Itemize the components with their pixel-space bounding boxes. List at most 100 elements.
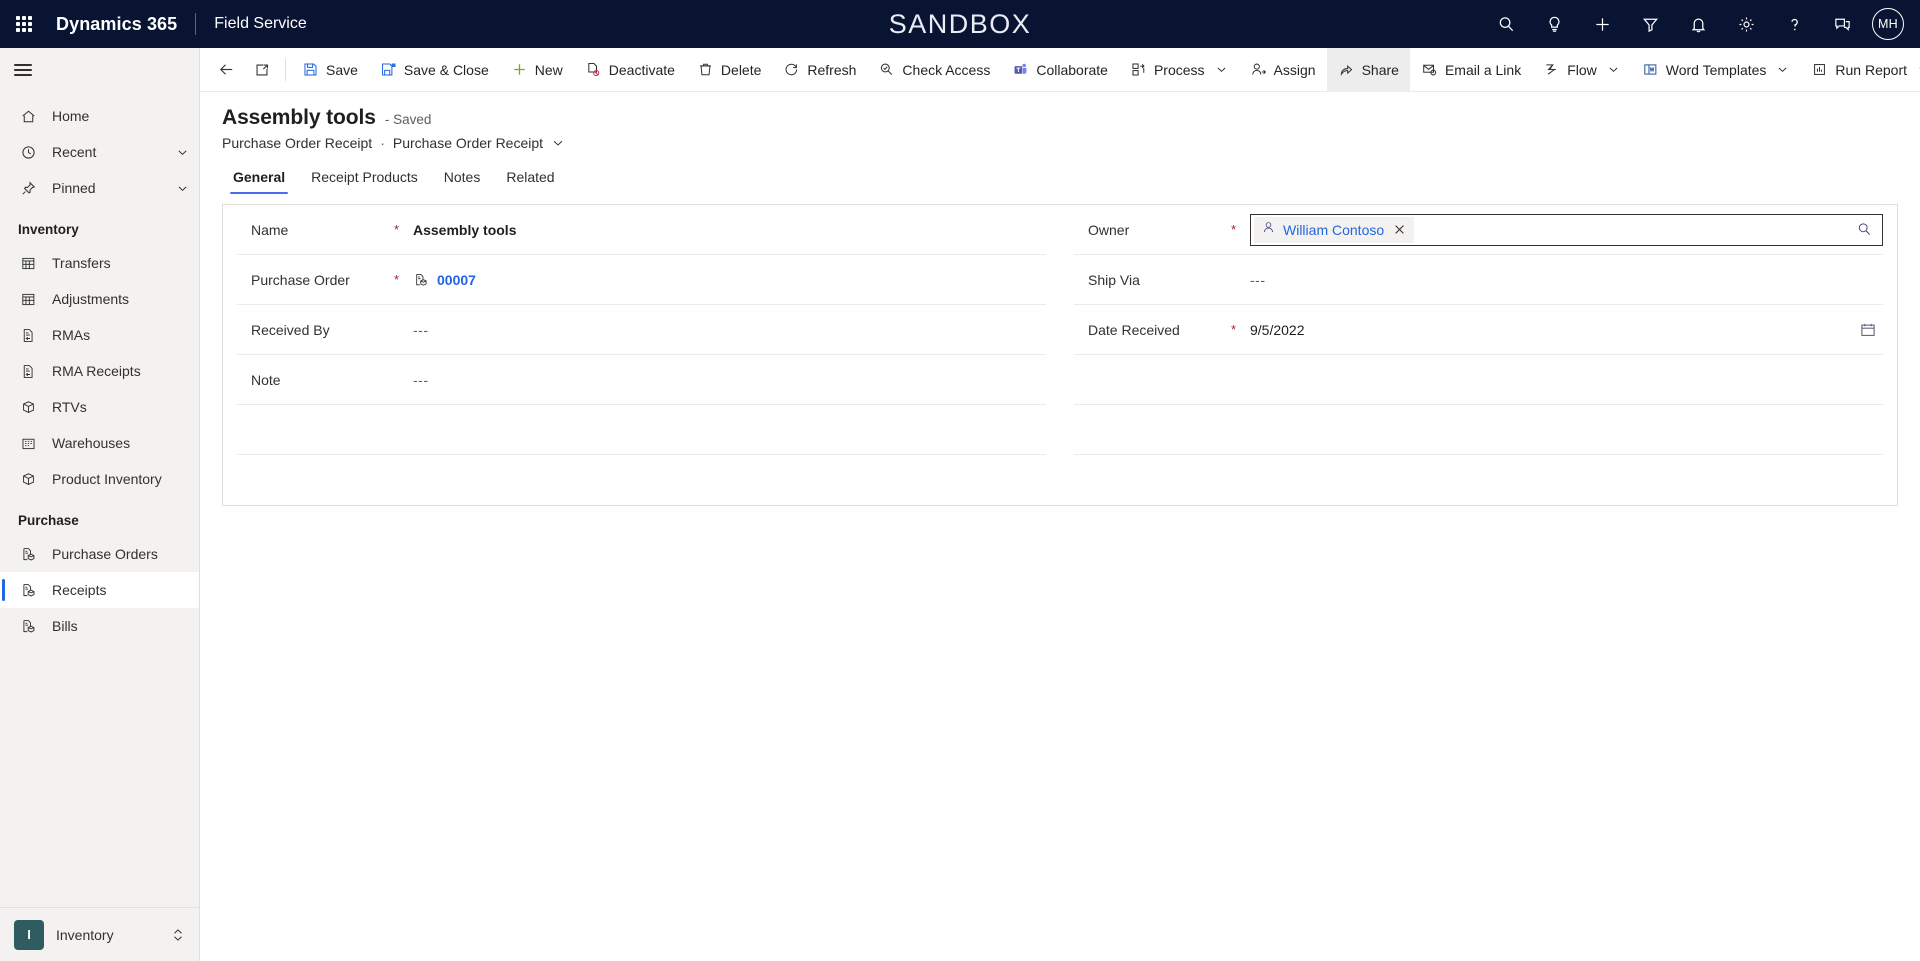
main-content: Save Save & Close New Deactivate Delete … bbox=[200, 48, 1920, 961]
chevron-down-icon[interactable] bbox=[176, 182, 189, 195]
sidebar-nav: Home Recent Pinned Inventory Transfers A… bbox=[0, 92, 199, 907]
sidebar-item-rma-receipts[interactable]: RMA Receipts bbox=[0, 353, 199, 389]
filter-icon[interactable] bbox=[1626, 0, 1674, 48]
command-bar: Save Save & Close New Deactivate Delete … bbox=[200, 48, 1920, 92]
owner-chip[interactable]: William Contoso bbox=[1254, 216, 1415, 243]
ship-via-value[interactable]: --- bbox=[1250, 272, 1883, 288]
refresh-button[interactable]: Refresh bbox=[772, 48, 867, 91]
chevron-up-down-icon[interactable] bbox=[171, 927, 185, 943]
command-label: Email a Link bbox=[1444, 61, 1522, 78]
lightbulb-icon[interactable] bbox=[1530, 0, 1578, 48]
transfer-icon bbox=[18, 253, 38, 273]
new-button[interactable]: New bbox=[500, 48, 574, 91]
collaborate-button[interactable]: Collaborate bbox=[1001, 48, 1119, 91]
owner-lookup-input[interactable]: William Contoso bbox=[1250, 213, 1883, 246]
date-received-value[interactable]: 9/5/2022 bbox=[1250, 322, 1859, 338]
received-by-value[interactable]: --- bbox=[413, 322, 1046, 338]
tab-related[interactable]: Related bbox=[495, 163, 565, 194]
save-and-close-button[interactable]: Save & Close bbox=[369, 48, 500, 91]
search-icon[interactable] bbox=[1482, 0, 1530, 48]
sidebar-item-rmas[interactable]: RMAs bbox=[0, 317, 199, 353]
sidebar-item-receipts[interactable]: Receipts bbox=[0, 572, 199, 608]
process-icon bbox=[1130, 61, 1147, 78]
assign-button[interactable]: Assign bbox=[1239, 48, 1327, 91]
sidebar-item-adjustments[interactable]: Adjustments bbox=[0, 281, 199, 317]
run-report-button[interactable]: Run Report bbox=[1800, 48, 1920, 91]
process-button[interactable]: Process bbox=[1119, 48, 1239, 91]
sidebar-item-warehouses[interactable]: Warehouses bbox=[0, 425, 199, 461]
command-label: Check Access bbox=[902, 61, 991, 78]
command-label: Flow bbox=[1567, 61, 1597, 78]
purchase-order-link[interactable]: 00007 bbox=[437, 272, 476, 288]
title-row: Assembly tools - Saved bbox=[222, 106, 1920, 130]
check-access-button[interactable]: Check Access bbox=[867, 48, 1001, 91]
sidebar-item-recent[interactable]: Recent bbox=[0, 134, 199, 170]
back-arrow-icon[interactable] bbox=[208, 48, 244, 91]
form-spacer bbox=[1074, 355, 1883, 405]
calendar-icon[interactable] bbox=[1859, 321, 1883, 339]
share-icon bbox=[1338, 61, 1355, 78]
sidebar-item-rtvs[interactable]: RTVs bbox=[0, 389, 199, 425]
sidebar-group-inventory: Inventory bbox=[18, 222, 79, 237]
save-button[interactable]: Save bbox=[291, 48, 369, 91]
adjustment-icon bbox=[18, 289, 38, 309]
sidebar-item-pinned[interactable]: Pinned bbox=[0, 170, 199, 206]
chevron-down-icon[interactable] bbox=[551, 136, 565, 150]
chevron-down-icon[interactable] bbox=[1776, 63, 1789, 76]
brand-title[interactable]: Dynamics 365 bbox=[56, 14, 177, 35]
search-icon[interactable] bbox=[1851, 221, 1878, 238]
sidebar-item-transfers[interactable]: Transfers bbox=[0, 245, 199, 281]
sidebar-item-bills[interactable]: Bills bbox=[0, 608, 199, 644]
email-a-link-button[interactable]: Email a Link bbox=[1410, 48, 1532, 91]
purchase-order-value[interactable]: 00007 bbox=[413, 272, 1046, 288]
form-column-right: Owner * William Contoso Ship Via --- Dat… bbox=[1060, 205, 1897, 505]
feedback-icon[interactable] bbox=[1818, 0, 1866, 48]
question-icon[interactable] bbox=[1770, 0, 1818, 48]
field-row-received-by: Received By --- bbox=[237, 305, 1046, 355]
share-button[interactable]: Share bbox=[1326, 48, 1410, 91]
sidebar-item-label: Purchase Orders bbox=[52, 546, 158, 562]
gear-icon[interactable] bbox=[1722, 0, 1770, 48]
tab-receipt-products[interactable]: Receipt Products bbox=[300, 163, 429, 194]
page-header: Assembly tools - Saved Purchase Order Re… bbox=[200, 92, 1920, 151]
command-label: Run Report bbox=[1835, 61, 1907, 78]
breadcrumb-parent[interactable]: Purchase Order Receipt bbox=[222, 135, 372, 151]
open-in-new-window-icon[interactable] bbox=[244, 48, 280, 91]
chevron-down-icon[interactable] bbox=[1607, 63, 1620, 76]
name-value[interactable]: Assembly tools bbox=[413, 222, 1046, 238]
pin-icon bbox=[18, 178, 38, 198]
flow-button[interactable]: Flow bbox=[1532, 48, 1631, 91]
sidebar-group-purchase: Purchase bbox=[18, 513, 79, 528]
empty-value: --- bbox=[413, 321, 429, 338]
app-name[interactable]: Field Service bbox=[214, 15, 306, 33]
close-icon[interactable] bbox=[1391, 223, 1408, 236]
plus-icon bbox=[511, 61, 528, 78]
tab-general[interactable]: General bbox=[222, 163, 296, 194]
sidebar-item-label: Pinned bbox=[52, 180, 96, 196]
note-value[interactable]: --- bbox=[413, 372, 1046, 388]
chevron-down-icon[interactable] bbox=[176, 146, 189, 159]
plus-icon[interactable] bbox=[1578, 0, 1626, 48]
sidebar-item-label: RTVs bbox=[52, 399, 87, 415]
form-column-left: Name * Assembly tools Purchase Order * 0… bbox=[223, 205, 1060, 505]
sidebar-item-home[interactable]: Home bbox=[0, 98, 199, 134]
deactivate-button[interactable]: Deactivate bbox=[574, 48, 686, 91]
bell-icon[interactable] bbox=[1674, 0, 1722, 48]
chevron-down-icon[interactable] bbox=[1215, 63, 1228, 76]
avatar[interactable]: MH bbox=[1872, 8, 1904, 40]
field-label: Ship Via bbox=[1088, 271, 1140, 288]
sidebar-item-label: RMAs bbox=[52, 327, 91, 343]
app-launcher-icon[interactable] bbox=[0, 0, 48, 48]
delete-button[interactable]: Delete bbox=[686, 48, 772, 91]
sidebar-item-label: Bills bbox=[52, 618, 78, 634]
sidebar-item-product-inventory[interactable]: Product Inventory bbox=[0, 461, 199, 497]
command-divider bbox=[285, 58, 286, 81]
area-switcher[interactable]: I Inventory bbox=[0, 907, 199, 961]
purchase-doc-icon bbox=[18, 544, 38, 564]
breadcrumb-current[interactable]: Purchase Order Receipt bbox=[393, 135, 543, 151]
tab-notes[interactable]: Notes bbox=[433, 163, 492, 194]
word-templates-button[interactable]: Word Templates bbox=[1631, 48, 1801, 91]
command-label: Save bbox=[326, 61, 358, 78]
hamburger-menu-icon[interactable] bbox=[0, 48, 199, 92]
sidebar-item-purchase-orders[interactable]: Purchase Orders bbox=[0, 536, 199, 572]
